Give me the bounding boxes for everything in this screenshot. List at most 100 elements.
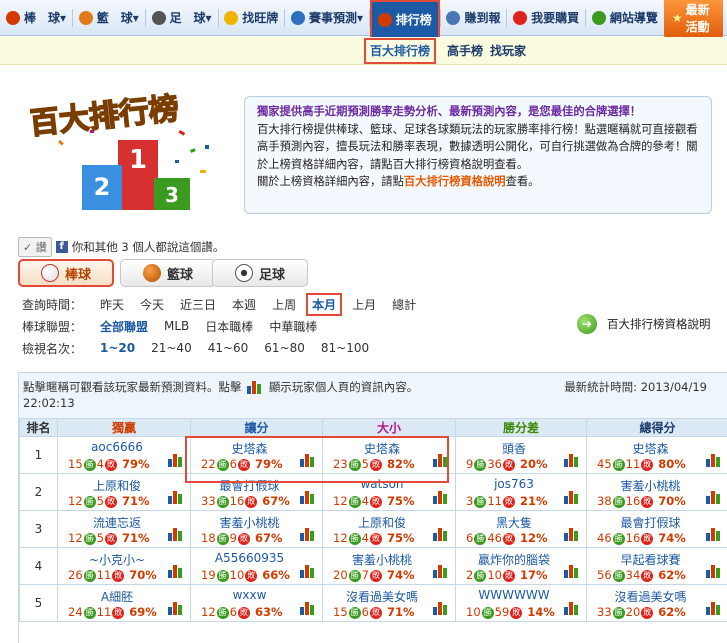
loss-count: 16 xyxy=(625,494,641,508)
player-page-icon[interactable] xyxy=(300,454,316,467)
player-name-link[interactable]: watson xyxy=(325,477,453,491)
subnav-find-player[interactable]: 找玩家 xyxy=(490,42,526,59)
player-record: 26 勝 11 敗 70% xyxy=(68,568,157,582)
subnav-top100[interactable]: 百大排行榜 xyxy=(364,38,437,64)
time-option[interactable]: 上周 xyxy=(272,296,296,313)
player-page-icon[interactable] xyxy=(564,602,580,615)
rank-option[interactable]: 1~20 xyxy=(100,341,135,355)
player-page-icon[interactable] xyxy=(168,491,184,504)
player-page-icon[interactable] xyxy=(433,454,449,467)
time-option[interactable]: 近三日 xyxy=(180,296,216,313)
league-option[interactable]: 日本職棒 xyxy=(205,318,253,335)
player-page-icon[interactable] xyxy=(300,528,316,541)
player-page-icon[interactable] xyxy=(168,565,184,578)
nav-label: 我要購買 xyxy=(531,11,580,25)
loss-count: 16 xyxy=(229,494,245,508)
envelope-icon xyxy=(290,10,305,25)
loss-badge: 敗 xyxy=(641,607,654,619)
time-option[interactable]: 昨天 xyxy=(100,296,124,313)
player-name-link[interactable]: WWWWWW xyxy=(458,588,584,602)
player-page-icon[interactable] xyxy=(433,602,449,615)
loss-count: 7 xyxy=(361,568,369,582)
rank-number: 4 xyxy=(19,547,58,585)
player-page-icon[interactable] xyxy=(168,454,184,467)
player-page-icon[interactable] xyxy=(564,528,580,541)
nav-label: 網站導覽 xyxy=(609,11,658,25)
player-name-link[interactable]: aoc6666 xyxy=(60,440,188,454)
loss-badge: 敗 xyxy=(237,459,250,471)
nav-item-dollar[interactable]: 我要購買 xyxy=(507,0,585,36)
player-name-link[interactable]: A55660935 xyxy=(193,551,320,565)
latest-events-button[interactable]: ★ 最新活動 xyxy=(663,0,724,39)
player-entry: 害羞小桃桃 18 勝 9 敗 67% xyxy=(193,514,320,547)
player-page-icon[interactable] xyxy=(706,602,722,615)
player-page-icon[interactable] xyxy=(300,602,316,615)
player-entry: ~小克小~ 26 勝 11 敗 70% xyxy=(60,551,188,584)
tab-basketball[interactable]: 籃球 xyxy=(120,259,216,287)
nav-item-bar-chart[interactable]: 排行榜 xyxy=(369,0,440,40)
player-page-icon[interactable] xyxy=(706,491,722,504)
nav-item-envelope[interactable]: 賽事預測 ▾ xyxy=(285,0,369,36)
player-page-icon[interactable] xyxy=(300,491,316,504)
time-option[interactable]: 本週 xyxy=(232,296,256,313)
nav-item-baseball[interactable]: 棒 球 ▾ xyxy=(0,0,72,36)
win-rate: 17% xyxy=(515,568,548,582)
player-name-link[interactable]: wxxw xyxy=(193,588,320,602)
player-page-icon[interactable] xyxy=(564,454,580,467)
league-option[interactable]: 中華職棒 xyxy=(269,318,317,335)
rank-option[interactable]: 21~40 xyxy=(151,341,192,355)
loss-badge: 敗 xyxy=(369,607,382,619)
win-rate: 14% xyxy=(523,605,555,619)
time-option[interactable]: 今天 xyxy=(140,296,164,313)
win-rate: 80% xyxy=(654,457,686,471)
loss-badge: 敗 xyxy=(104,533,117,545)
player-page-icon[interactable] xyxy=(168,602,184,615)
rank-option[interactable]: 61~80 xyxy=(264,341,305,355)
rank-option[interactable]: 41~60 xyxy=(208,341,249,355)
nav-label: 排行榜 xyxy=(395,13,432,27)
qualification-link[interactable]: 百大排行榜資格說明 xyxy=(404,175,506,188)
tab-baseball[interactable]: 棒球 xyxy=(18,259,114,287)
nav-label: 賽事預測 xyxy=(308,11,357,25)
player-record: 46 勝 16 敗 74% xyxy=(597,531,686,545)
player-page-icon[interactable] xyxy=(706,454,722,467)
win-rate: 66% xyxy=(258,568,290,582)
rank-option[interactable]: 81~100 xyxy=(321,341,369,355)
nav-item-lightbulb[interactable]: 找旺牌 xyxy=(218,0,284,36)
rank-number: 2 xyxy=(19,473,58,511)
like-count-text: 你和其他 3 個人都說這個讚。 xyxy=(71,240,225,254)
player-page-icon[interactable] xyxy=(564,491,580,504)
nav-item-soccer[interactable]: 足 球 ▾ xyxy=(146,0,218,36)
time-option[interactable]: 本月 xyxy=(306,292,343,316)
tab-soccer[interactable]: 足球 xyxy=(212,259,308,287)
league-option[interactable]: MLB xyxy=(164,319,189,333)
player-page-icon[interactable] xyxy=(433,528,449,541)
league-option[interactable]: 全部聯盟 xyxy=(100,318,148,335)
ranking-cell: 最會打假球 33 勝 16 敗 67% xyxy=(190,473,323,511)
qualification-info-link[interactable]: ➜ 百大排行榜資格說明 xyxy=(577,314,711,334)
player-page-icon[interactable] xyxy=(564,565,580,578)
win-count: 12 xyxy=(68,531,83,545)
nav-item-sitemap[interactable]: 網站導覽 xyxy=(586,0,664,36)
player-page-icon[interactable] xyxy=(168,528,184,541)
ranking-cell: 頭香 9 勝 36 敗 20% xyxy=(455,436,587,474)
time-option[interactable]: 上月 xyxy=(352,296,376,313)
subnav-experts[interactable]: 高手榜 xyxy=(447,42,483,59)
time-option[interactable]: 總計 xyxy=(392,296,416,313)
like-button[interactable]: ✓ 讚 xyxy=(18,237,52,257)
win-count: 18 xyxy=(201,531,216,545)
win-count: 33 xyxy=(201,494,216,508)
player-name-link[interactable]: jos763 xyxy=(458,477,584,491)
player-page-icon[interactable] xyxy=(300,565,316,578)
loss-count: 11 xyxy=(487,494,502,508)
player-page-icon[interactable] xyxy=(433,491,449,504)
nav-item-basketball[interactable]: 籃 球 ▾ xyxy=(73,0,145,36)
win-rate: 71% xyxy=(382,605,415,619)
player-page-icon[interactable] xyxy=(706,528,722,541)
player-page-icon[interactable] xyxy=(433,565,449,578)
player-record: 33 勝 20 敗 62% xyxy=(597,605,686,619)
win-count: 3 xyxy=(466,494,474,508)
nav-item-newspaper[interactable]: 賺到報 xyxy=(440,0,506,36)
player-page-icon[interactable] xyxy=(706,565,722,578)
win-badge: 勝 xyxy=(348,570,361,582)
